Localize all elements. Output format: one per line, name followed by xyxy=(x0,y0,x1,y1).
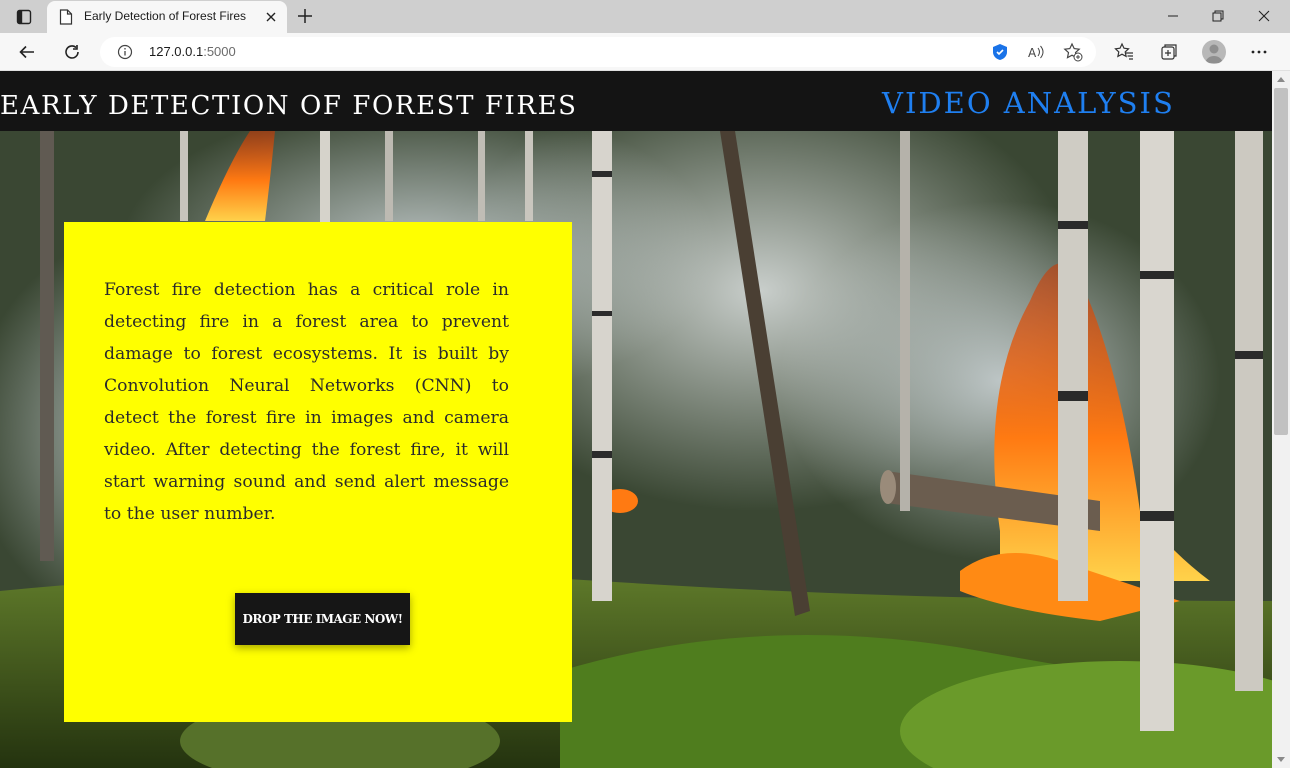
restore-icon[interactable] xyxy=(1203,4,1233,28)
more-icon[interactable] xyxy=(1247,40,1271,64)
close-icon[interactable] xyxy=(263,9,279,25)
drop-image-button[interactable]: DROP THE IMAGE NOW! xyxy=(235,593,410,645)
close-window-icon[interactable] xyxy=(1249,4,1279,28)
forest-fire-background: Forest fire detection has a critical rol… xyxy=(0,131,1272,768)
site-header: EARLY DETECTION OF FOREST FIRES VIDEO AN… xyxy=(0,71,1272,131)
favorites-icon[interactable] xyxy=(1112,40,1136,64)
video-analysis-link[interactable]: VIDEO ANALYSIS xyxy=(882,86,1175,120)
site-title: EARLY DETECTION OF FOREST FIRES xyxy=(0,91,578,121)
back-arrow-icon[interactable] xyxy=(15,40,39,64)
minimize-icon[interactable] xyxy=(1158,4,1188,28)
tab-actions-icon[interactable] xyxy=(8,5,40,29)
browser-tab-active[interactable]: Early Detection of Forest Fires xyxy=(47,1,287,33)
tracking-prevention-icon[interactable] xyxy=(990,42,1010,62)
url-text: 127.0.0.1:5000 xyxy=(149,44,236,59)
page-icon xyxy=(59,9,73,25)
star-plus-icon[interactable] xyxy=(1063,42,1083,62)
plus-icon[interactable] xyxy=(293,5,317,27)
scroll-down-icon[interactable] xyxy=(1276,756,1286,764)
description-text: Forest fire detection has a critical rol… xyxy=(104,280,509,524)
info-icon[interactable] xyxy=(117,44,133,60)
page-viewport: EARLY DETECTION OF FOREST FIRES VIDEO AN… xyxy=(0,71,1272,768)
scroll-thumb[interactable] xyxy=(1274,88,1288,435)
scroll-up-icon[interactable] xyxy=(1276,75,1286,83)
collections-icon[interactable] xyxy=(1157,40,1181,64)
read-aloud-icon[interactable]: A xyxy=(1026,42,1046,62)
refresh-icon[interactable] xyxy=(60,40,84,64)
browser-toolbar: 127.0.0.1:5000 A xyxy=(0,33,1290,71)
tab-bar: Early Detection of Forest Fires xyxy=(0,0,1290,33)
tab-title: Early Detection of Forest Fires xyxy=(84,9,247,23)
svg-text:A: A xyxy=(1028,46,1037,60)
address-bar[interactable]: 127.0.0.1:5000 A xyxy=(100,37,1096,67)
page-scrollbar[interactable] xyxy=(1272,71,1290,768)
profile-avatar-icon[interactable] xyxy=(1202,40,1226,64)
info-card: Forest fire detection has a critical rol… xyxy=(64,222,572,722)
